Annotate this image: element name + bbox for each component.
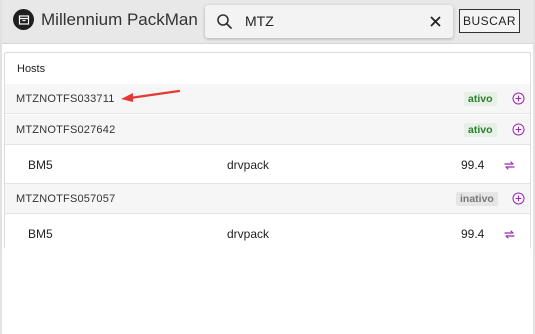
sync-icon[interactable] <box>503 228 516 241</box>
package-version: 99.4 <box>461 158 485 172</box>
package-version: 99.4 <box>461 227 485 241</box>
add-circle-icon[interactable] <box>512 123 525 136</box>
host-name: MTZNOTFS033711 <box>16 93 115 105</box>
package-type: drvpack <box>227 227 270 241</box>
search-input[interactable] <box>245 10 415 32</box>
package-name: BM5 <box>28 158 53 172</box>
search-icon <box>216 13 233 30</box>
panel-title: Hosts <box>17 63 46 75</box>
status-badge: ativo <box>464 123 497 137</box>
host-name: MTZNOTFS057057 <box>16 193 116 205</box>
add-circle-icon[interactable] <box>512 192 525 205</box>
sync-icon[interactable] <box>503 159 516 172</box>
close-icon[interactable] <box>428 14 443 29</box>
app-header: Millennium PackMan BUSCAR <box>2 0 533 44</box>
package-row[interactable]: BM5 drvpack 99.4 <box>5 215 530 253</box>
hosts-panel: Hosts MTZNOTFS033711 ativo MTZNOTFS02764… <box>4 52 531 253</box>
host-row[interactable]: MTZNOTFS027642 ativo <box>5 115 530 145</box>
host-row[interactable]: MTZNOTFS033711 ativo <box>5 84 530 114</box>
package-row[interactable]: BM5 drvpack 99.4 <box>5 146 530 184</box>
package-name: BM5 <box>28 227 53 241</box>
app-title: Millennium PackMan <box>41 10 198 29</box>
host-row[interactable]: MTZNOTFS057057 inativo <box>5 184 530 214</box>
add-circle-icon[interactable] <box>512 92 525 105</box>
package-type: drvpack <box>227 158 270 172</box>
annotation-arrow <box>121 89 181 102</box>
search-button[interactable]: BUSCAR <box>459 9 520 33</box>
search-bar[interactable] <box>205 5 453 38</box>
package-icon <box>13 9 34 30</box>
status-badge: ativo <box>464 92 497 106</box>
status-badge: inativo <box>456 192 498 206</box>
app-window: Millennium PackMan BUSCAR Hosts MTZNOTFS… <box>0 0 535 334</box>
host-name: MTZNOTFS027642 <box>16 124 116 136</box>
